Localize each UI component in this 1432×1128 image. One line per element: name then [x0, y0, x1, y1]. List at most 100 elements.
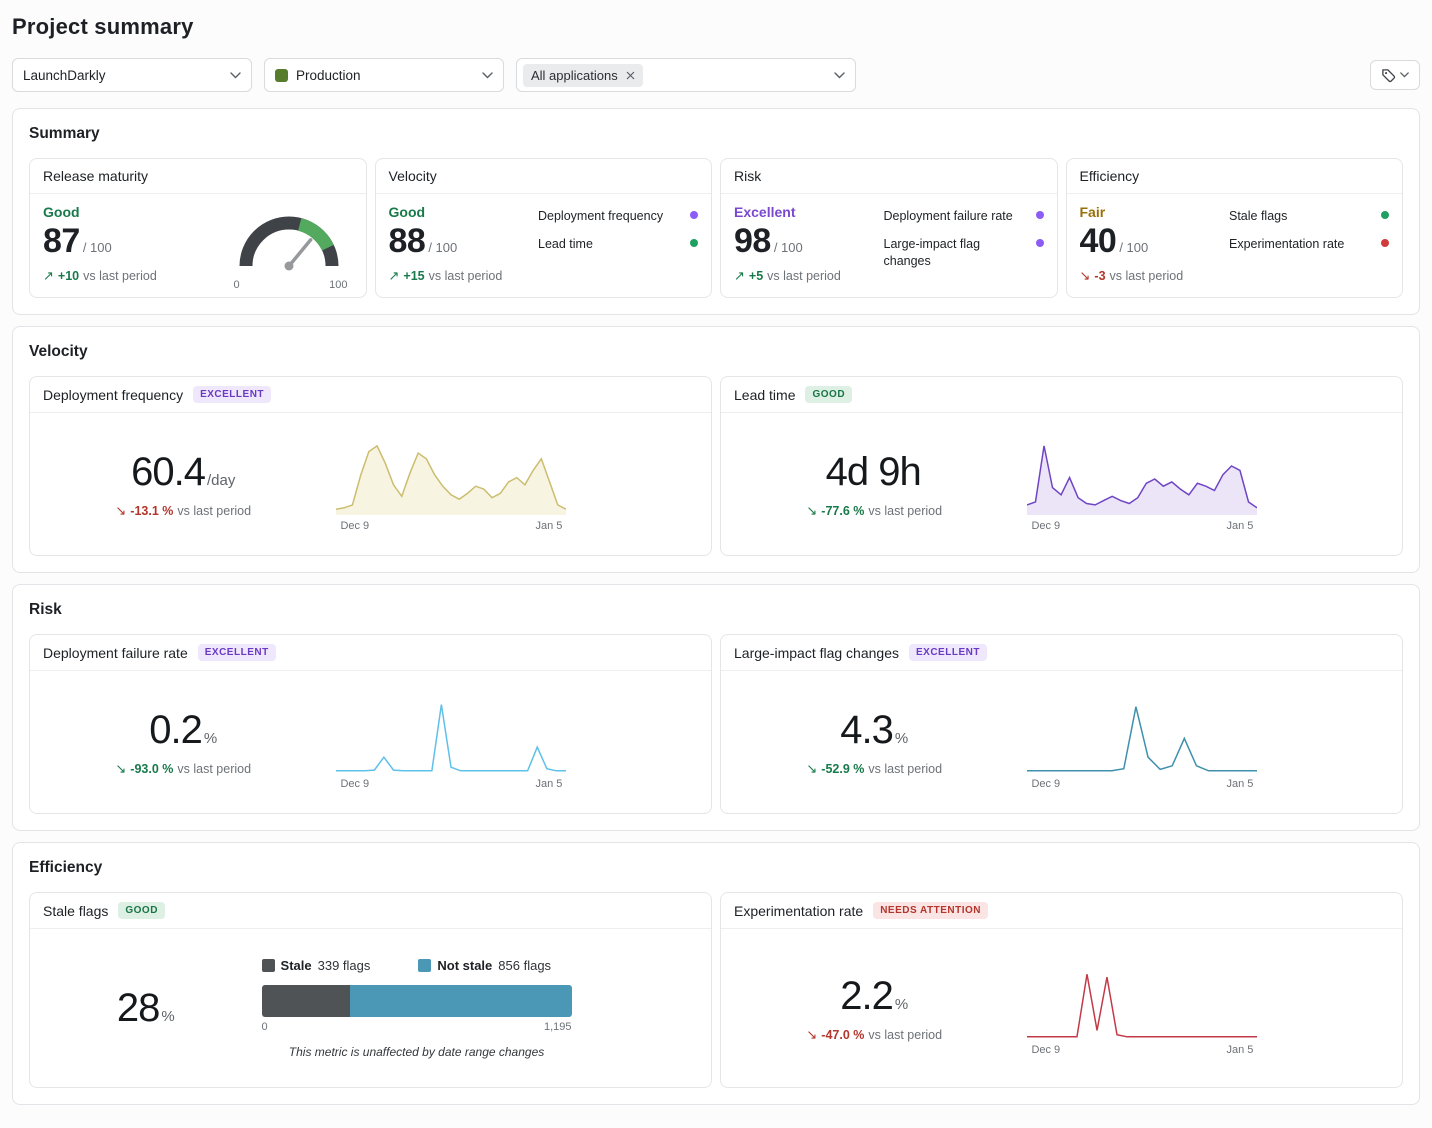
x-axis-end-label: Jan 5	[1227, 1044, 1254, 1056]
metric-card-stale-flags: Stale flags GOOD 28 % St	[29, 892, 712, 1088]
chevron-down-icon	[482, 72, 493, 79]
legend-swatch	[418, 959, 431, 972]
metric-unit: /day	[207, 472, 235, 489]
x-axis-end-label: Jan 5	[1227, 778, 1254, 790]
metric-card-title: Deployment frequency	[43, 387, 183, 403]
metric-card-title: Lead time	[734, 387, 795, 403]
metric-card-title: Experimentation rate	[734, 903, 863, 919]
metric-unit: %	[204, 730, 217, 747]
applications-select[interactable]: All applications	[516, 58, 856, 92]
rating-label: Good	[389, 204, 531, 220]
project-select[interactable]: LaunchDarkly	[12, 58, 252, 92]
score-value: 40	[1080, 222, 1117, 261]
trend-down-icon: ↘	[806, 1027, 817, 1043]
delta-row: ↘ -13.1 % vs last period	[115, 503, 251, 519]
delta-value: +5	[749, 269, 763, 283]
delta-suffix: vs last period	[868, 504, 942, 518]
application-chip-label: All applications	[531, 68, 618, 83]
environment-color-swatch	[275, 69, 288, 82]
summary-panel: Summary Release maturity Good 87 / 100 ↗…	[12, 108, 1420, 315]
legend-item-not-stale: Not stale 856 flags	[418, 958, 551, 973]
delta-value: +10	[58, 269, 79, 283]
bar-axis-max: 1,195	[544, 1021, 572, 1033]
large-impact-flag-changes-chart: Dec 9 Jan 5	[1027, 695, 1257, 790]
environment-select[interactable]: Production	[264, 58, 504, 92]
x-axis-start-label: Dec 9	[1031, 778, 1060, 790]
efficiency-heading: Efficiency	[29, 859, 1403, 877]
trend-up-icon: ↗	[43, 268, 54, 284]
metric-unit: %	[895, 730, 908, 747]
metric-status-dot	[1381, 239, 1389, 247]
stale-flags-chart: Stale 339 flags Not stale 856 flags 0	[262, 958, 572, 1059]
summary-metric-list: Deployment frequency Lead time	[538, 204, 698, 284]
metric-value: 60.4	[131, 450, 205, 495]
x-axis-end-label: Jan 5	[1227, 520, 1254, 532]
status-badge: GOOD	[805, 386, 852, 403]
legend-swatch	[262, 959, 275, 972]
project-select-value: LaunchDarkly	[23, 68, 106, 83]
environment-select-value: Production	[296, 68, 361, 83]
summary-metric-experimentation-rate: Experimentation rate	[1229, 236, 1389, 252]
bar-axis-min: 0	[262, 1021, 268, 1033]
metric-label: Large-impact flag changes	[884, 236, 1028, 269]
metric-status-dot	[1036, 239, 1044, 247]
metric-card-deployment-failure-rate: Deployment failure rate EXCELLENT 0.2 % …	[29, 634, 712, 814]
card-title: Risk	[734, 168, 761, 184]
score-value: 87	[43, 222, 80, 261]
status-badge: NEEDS ATTENTION	[873, 902, 988, 919]
status-badge: EXCELLENT	[909, 644, 987, 661]
deployment-failure-rate-chart: Dec 9 Jan 5	[336, 695, 566, 790]
delta-suffix: vs last period	[83, 269, 157, 283]
delta-row: ↘ -52.9 % vs last period	[806, 761, 942, 777]
score-denominator: / 100	[774, 240, 803, 255]
delta-suffix: vs last period	[177, 504, 251, 518]
score-denominator: / 100	[1119, 240, 1148, 255]
summary-metric-deployment-failure-rate: Deployment failure rate	[884, 208, 1044, 224]
x-axis-start-label: Dec 9	[1031, 1044, 1060, 1056]
metric-label: Experimentation rate	[1229, 236, 1344, 252]
metric-card-experimentation-rate: Experimentation rate NEEDS ATTENTION 2.2…	[720, 892, 1403, 1088]
status-badge: EXCELLENT	[198, 644, 276, 661]
metric-unit: %	[161, 1008, 174, 1025]
flag-filter-button[interactable]	[1370, 60, 1420, 90]
remove-application-icon[interactable]	[626, 71, 635, 80]
score-value: 98	[734, 222, 771, 261]
delta-row: ↘ -47.0 % vs last period	[806, 1027, 942, 1043]
metric-value: 4.3	[840, 708, 893, 753]
delta-suffix: vs last period	[767, 269, 841, 283]
summary-heading: Summary	[29, 125, 1403, 143]
delta-value: -93.0 %	[130, 762, 173, 776]
risk-panel: Risk Deployment failure rate EXCELLENT 0…	[12, 584, 1420, 831]
chevron-down-icon	[230, 72, 241, 79]
legend-item-stale: Stale 339 flags	[262, 958, 371, 973]
application-filter-chip: All applications	[523, 64, 643, 87]
metric-value: 4d 9h	[826, 450, 921, 495]
filter-toolbar: LaunchDarkly Production All applications	[12, 58, 1420, 92]
delta-value: -47.0 %	[821, 1028, 864, 1042]
delta-value: -3	[1094, 269, 1105, 283]
velocity-heading: Velocity	[29, 343, 1403, 361]
metric-card-large-impact-flag-changes: Large-impact flag changes EXCELLENT 4.3 …	[720, 634, 1403, 814]
status-badge: GOOD	[118, 902, 165, 919]
efficiency-panel: Efficiency Stale flags GOOD 28 %	[12, 842, 1420, 1105]
metric-status-dot	[690, 211, 698, 219]
tag-icon	[1381, 68, 1396, 83]
gauge-min-label: 0	[234, 279, 240, 291]
delta-row: ↘ -3 vs last period	[1080, 268, 1222, 284]
metric-value: 0.2	[149, 708, 202, 753]
summary-card-risk: Risk Excellent 98 / 100 ↗ +5 vs last per…	[720, 158, 1058, 298]
x-axis-start-label: Dec 9	[1031, 520, 1060, 532]
gauge-max-label: 100	[329, 279, 347, 291]
chevron-down-icon	[834, 72, 845, 79]
trend-down-icon: ↘	[115, 761, 126, 777]
metric-card-title: Stale flags	[43, 903, 108, 919]
delta-suffix: vs last period	[868, 1028, 942, 1042]
release-maturity-gauge: 0 100	[229, 204, 353, 291]
page-title: Project summary	[12, 14, 1420, 40]
summary-metric-stale-flags: Stale flags	[1229, 208, 1389, 224]
trend-down-icon: ↘	[806, 761, 817, 777]
delta-value: -52.9 %	[821, 762, 864, 776]
metric-card-deployment-frequency: Deployment frequency EXCELLENT 60.4 /day…	[29, 376, 712, 556]
trend-up-icon: ↗	[734, 268, 745, 284]
metric-value: 28	[117, 986, 160, 1031]
